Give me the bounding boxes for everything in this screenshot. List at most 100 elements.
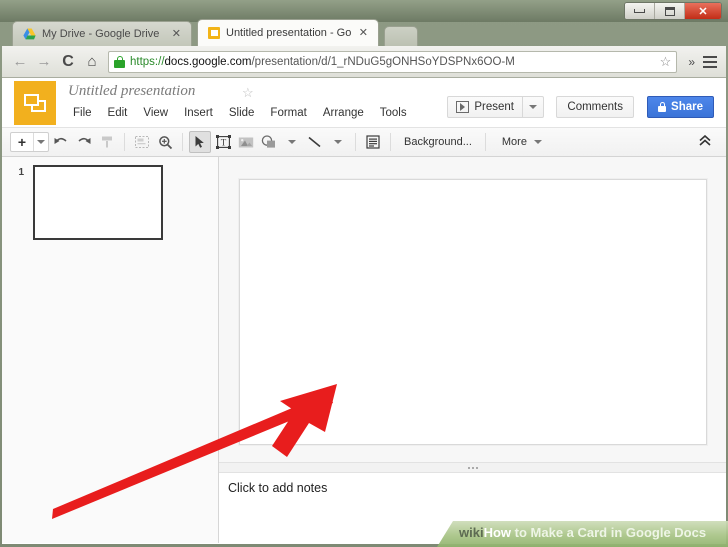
google-slides-app: Untitled presentation ☆ File Edit View I…	[2, 78, 726, 544]
insert-image-button[interactable]	[235, 131, 257, 153]
new-slide-button[interactable]: +	[11, 133, 33, 151]
forward-icon[interactable]: →	[32, 50, 56, 74]
lock-icon	[658, 102, 667, 112]
wikihow-watermark: wikiHow to Make a Card in Google Docs	[437, 521, 728, 547]
notes-placeholder: Click to add notes	[228, 481, 328, 495]
menu-file[interactable]: File	[65, 104, 100, 122]
chevron-down-icon	[334, 140, 342, 144]
chevron-down-icon	[529, 105, 537, 109]
menu-tools[interactable]: Tools	[372, 104, 415, 122]
browser-toolbar: ← → C ⌂ https://docs.google.com/presenta…	[2, 46, 726, 78]
menu-slide[interactable]: Slide	[221, 104, 263, 122]
share-label: Share	[671, 101, 703, 113]
play-icon	[456, 101, 470, 113]
paint-format-icon	[102, 136, 112, 148]
present-button-group: Present	[447, 96, 544, 118]
select-tool-button[interactable]	[189, 131, 211, 153]
svg-text:T: T	[220, 137, 226, 147]
filmstrip-row[interactable]: 1	[2, 165, 219, 240]
paint-format-button[interactable]	[96, 131, 118, 153]
url-text: https://docs.google.com/presentation/d/1…	[130, 56, 655, 68]
theme-button[interactable]	[362, 131, 384, 153]
menu-arrange[interactable]: Arrange	[315, 104, 372, 122]
zoom-icon	[158, 135, 172, 149]
textbox-tool-button[interactable]: T	[212, 131, 234, 153]
textbox-icon: T	[215, 135, 231, 149]
browser-tab-presentation[interactable]: Untitled presentation - Go ✕	[197, 19, 379, 46]
comments-button[interactable]: Comments	[556, 96, 634, 118]
image-icon	[238, 137, 254, 147]
browser-window: ✕ My Drive - Google Drive ✕ Untitled pre…	[0, 0, 728, 547]
chevron-down-icon	[288, 140, 296, 144]
slide-thumbnail[interactable]	[33, 165, 163, 240]
share-button[interactable]: Share	[647, 96, 714, 118]
cursor-arrow-icon	[195, 136, 204, 148]
slide-filmstrip[interactable]: 1	[2, 157, 219, 543]
new-tab-button[interactable]	[384, 26, 418, 46]
line-icon	[308, 136, 321, 148]
url-scheme: https://	[130, 55, 165, 68]
watermark-rest: to Make a Card in Google Docs	[511, 525, 707, 540]
docs-header: Untitled presentation ☆ File Edit View I…	[2, 78, 726, 128]
watermark-wiki: wiki	[459, 525, 484, 540]
tab-strip: My Drive - Google Drive ✕ Untitled prese…	[0, 18, 728, 46]
undo-button[interactable]	[50, 131, 72, 153]
new-slide-button-group: +	[10, 132, 49, 152]
tab-title: My Drive - Google Drive	[42, 28, 160, 40]
menu-edit[interactable]: Edit	[100, 104, 136, 122]
watermark-how: How	[483, 525, 512, 540]
toolbar-divider	[390, 133, 391, 151]
menu-insert[interactable]: Insert	[176, 104, 221, 122]
line-dropdown-button[interactable]	[327, 131, 349, 153]
new-slide-dropdown-button[interactable]	[33, 133, 48, 151]
canvas-area	[219, 157, 726, 462]
address-bar[interactable]: https://docs.google.com/presentation/d/1…	[108, 50, 678, 73]
hamburger-menu-icon[interactable]	[700, 55, 720, 68]
reload-icon[interactable]: C	[56, 50, 80, 74]
toolbar-divider	[124, 133, 125, 151]
toolbar-divider	[355, 133, 356, 151]
redo-icon	[78, 137, 91, 144]
minimize-icon	[634, 9, 645, 13]
redo-button[interactable]	[73, 131, 95, 153]
back-icon[interactable]: ←	[8, 50, 32, 74]
more-button[interactable]: More	[492, 131, 545, 153]
slides-toolbar: + T Background... More	[2, 128, 726, 157]
layout-button[interactable]	[131, 131, 153, 153]
page-title[interactable]: Untitled presentation	[68, 83, 195, 100]
menu-format[interactable]: Format	[262, 104, 314, 122]
background-button[interactable]: Background...	[397, 131, 479, 153]
zoom-button[interactable]	[154, 131, 176, 153]
browser-tab-drive[interactable]: My Drive - Google Drive ✕	[12, 21, 192, 46]
menu-bar: File Edit View Insert Slide Format Arran…	[65, 104, 415, 122]
minimize-button[interactable]	[625, 3, 655, 19]
slide-stage: Click to add notes	[219, 157, 726, 543]
present-dropdown-button[interactable]	[522, 97, 543, 117]
watermark-text: wikiHow to Make a Card in Google Docs	[459, 525, 706, 540]
close-icon[interactable]: ✕	[170, 28, 183, 40]
overflow-chevron-icon[interactable]: »	[683, 55, 700, 69]
drag-handle-icon	[467, 466, 478, 469]
maximize-button[interactable]	[655, 3, 685, 19]
shape-tool-button[interactable]	[258, 131, 280, 153]
notes-splitter[interactable]	[219, 462, 726, 473]
shape-dropdown-button[interactable]	[281, 131, 303, 153]
collapse-toolbar-button[interactable]	[698, 134, 718, 150]
url-path: /presentation/d/1_rNDuG5gONHSoYDSPNx6OO-…	[251, 55, 515, 68]
tab-title: Untitled presentation - Go	[226, 27, 351, 39]
close-button[interactable]: ✕	[685, 3, 721, 19]
bookmark-star-icon[interactable]: ☆	[660, 54, 672, 70]
chevron-down-icon	[37, 140, 45, 144]
present-label: Present	[474, 101, 514, 113]
menu-view[interactable]: View	[135, 104, 176, 122]
shape-icon	[261, 135, 275, 148]
more-label: More	[501, 136, 527, 148]
present-button[interactable]: Present	[448, 97, 522, 117]
google-slides-logo[interactable]	[14, 81, 56, 125]
slide-canvas[interactable]	[238, 178, 707, 445]
star-icon[interactable]: ☆	[242, 85, 254, 101]
toolbar-divider	[484, 133, 486, 151]
line-tool-button[interactable]	[304, 131, 326, 153]
close-icon[interactable]: ✕	[357, 27, 370, 39]
home-icon[interactable]: ⌂	[80, 50, 104, 74]
